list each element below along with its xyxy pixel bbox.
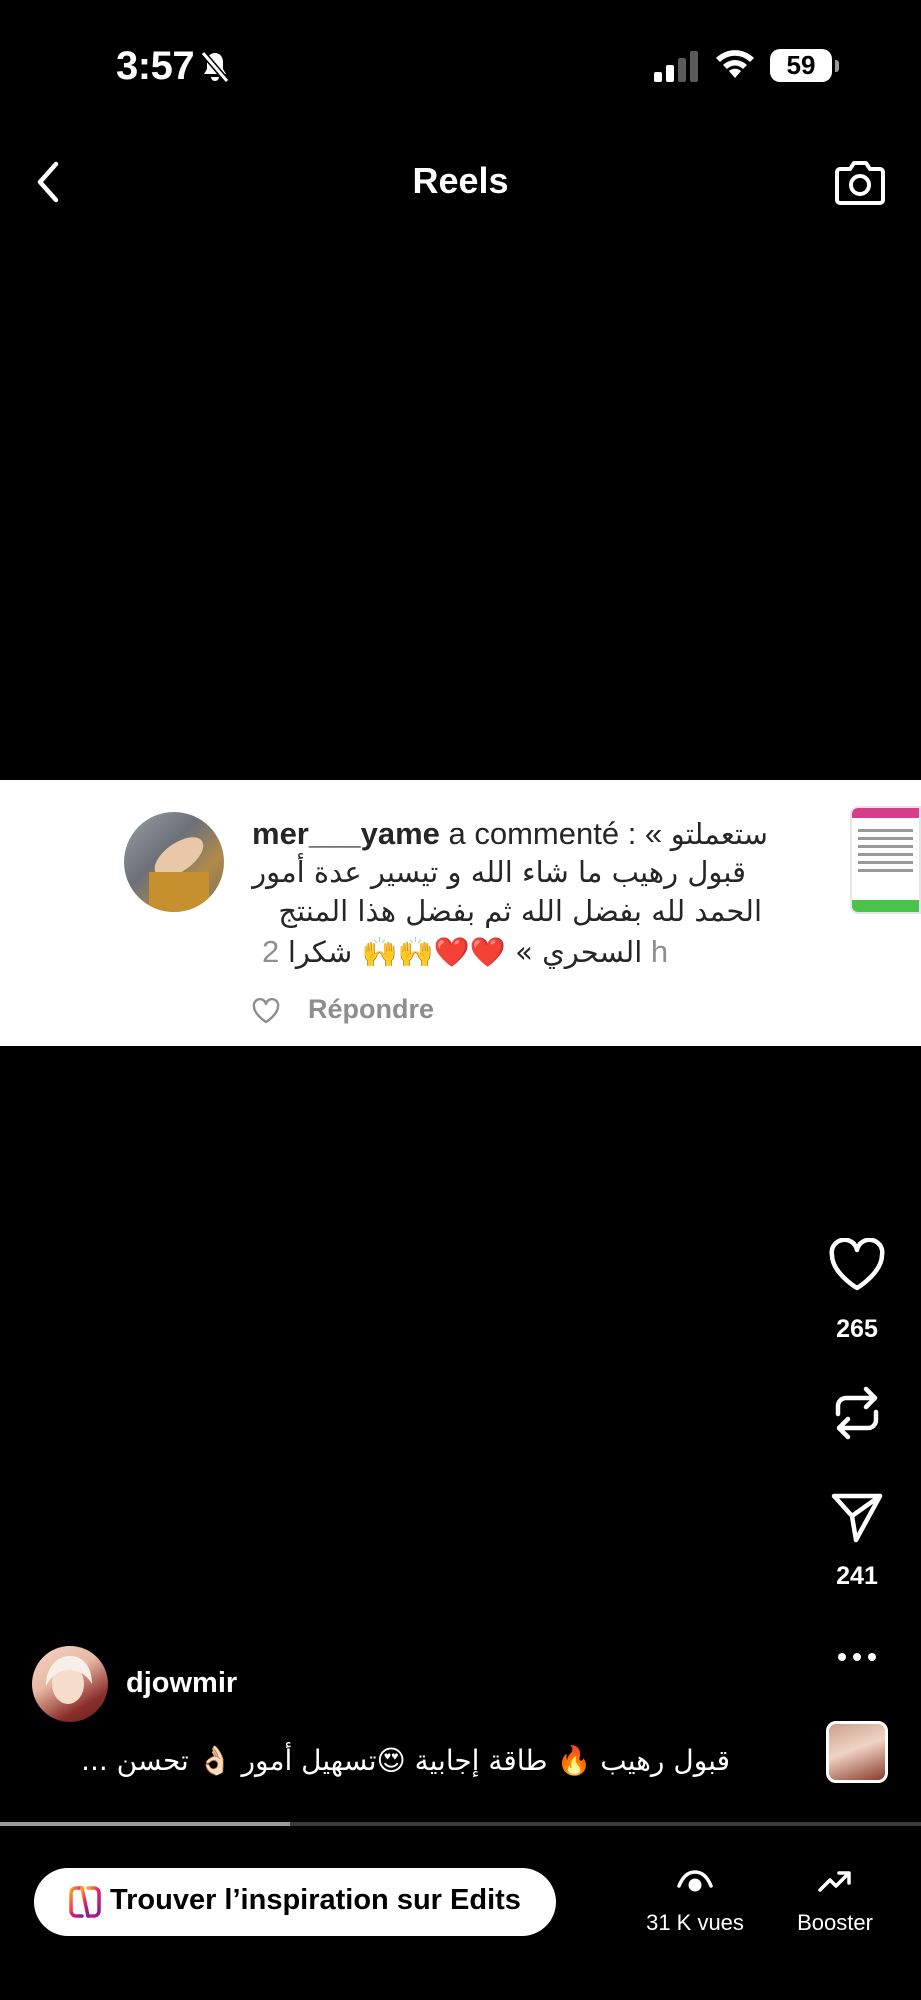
repost-icon[interactable] xyxy=(830,1384,884,1442)
like-heart-icon[interactable] xyxy=(828,1238,886,1292)
status-time: 3:57 xyxy=(116,44,195,88)
commenter-avatar xyxy=(124,812,224,912)
audio-thumbnail[interactable] xyxy=(826,1721,888,1783)
comment-text-line4: السحري » ❤️❤️🙌🙌 شكرا xyxy=(287,935,643,969)
commented-post-thumbnail xyxy=(850,806,921,914)
video-progress-fill xyxy=(0,1822,291,1826)
views-label: 31 K vues xyxy=(646,1910,744,1935)
camera-icon[interactable] xyxy=(834,157,886,207)
page-title: Reels xyxy=(412,160,509,201)
more-options-icon[interactable] xyxy=(836,1642,878,1672)
comment-username: mer___yame xyxy=(252,816,440,851)
battery-indicator: 59 xyxy=(770,49,839,82)
signal-icon xyxy=(654,51,698,82)
comment-text-line1: ستعملتو xyxy=(670,817,768,851)
wifi-icon xyxy=(716,50,754,78)
views-insights-button[interactable]: 31 K vues xyxy=(640,1868,750,1936)
edits-app-icon xyxy=(69,1886,101,1918)
comment-reply-label: Répondre xyxy=(308,994,435,1024)
edits-inspiration-button[interactable]: Trouver l’inspiration sur Edits xyxy=(34,1868,556,1936)
share-send-icon[interactable] xyxy=(830,1490,884,1544)
boost-button[interactable]: Booster xyxy=(780,1868,890,1936)
bell-off-icon xyxy=(200,51,230,83)
post-caption[interactable]: قبول رهيب 🔥 طاقة إجابية 😍تسهيل أمور 👌🏻 ت… xyxy=(81,1744,730,1777)
comment-header-line: mer___yame a commenté : « ستعملتو xyxy=(252,816,768,852)
trending-up-icon xyxy=(818,1871,851,1892)
likes-count: 265 xyxy=(836,1315,878,1343)
comment-text-line3: الحمد لله بفضل الله ثم بفضل هذا المنتج xyxy=(278,894,762,928)
comment-action: a commenté : « xyxy=(439,816,663,851)
comment-text-line2: قبول رهيب ما شاء الله و تيسير عدة أمور xyxy=(252,855,746,889)
shares-count: 241 xyxy=(836,1562,878,1590)
eye-icon xyxy=(677,1870,713,1892)
edits-button-label: Trouver l’inspiration sur Edits xyxy=(110,1884,521,1916)
author-avatar[interactable] xyxy=(32,1646,108,1722)
author-username[interactable]: djowmir xyxy=(126,1667,237,1700)
comment-text-line4-row: السحري » ❤️❤️🙌🙌 شكرا 2 h xyxy=(252,934,668,970)
boost-label: Booster xyxy=(797,1910,873,1935)
video-progress-bar[interactable] xyxy=(0,1822,921,1826)
comment-like-icon xyxy=(252,998,280,1024)
